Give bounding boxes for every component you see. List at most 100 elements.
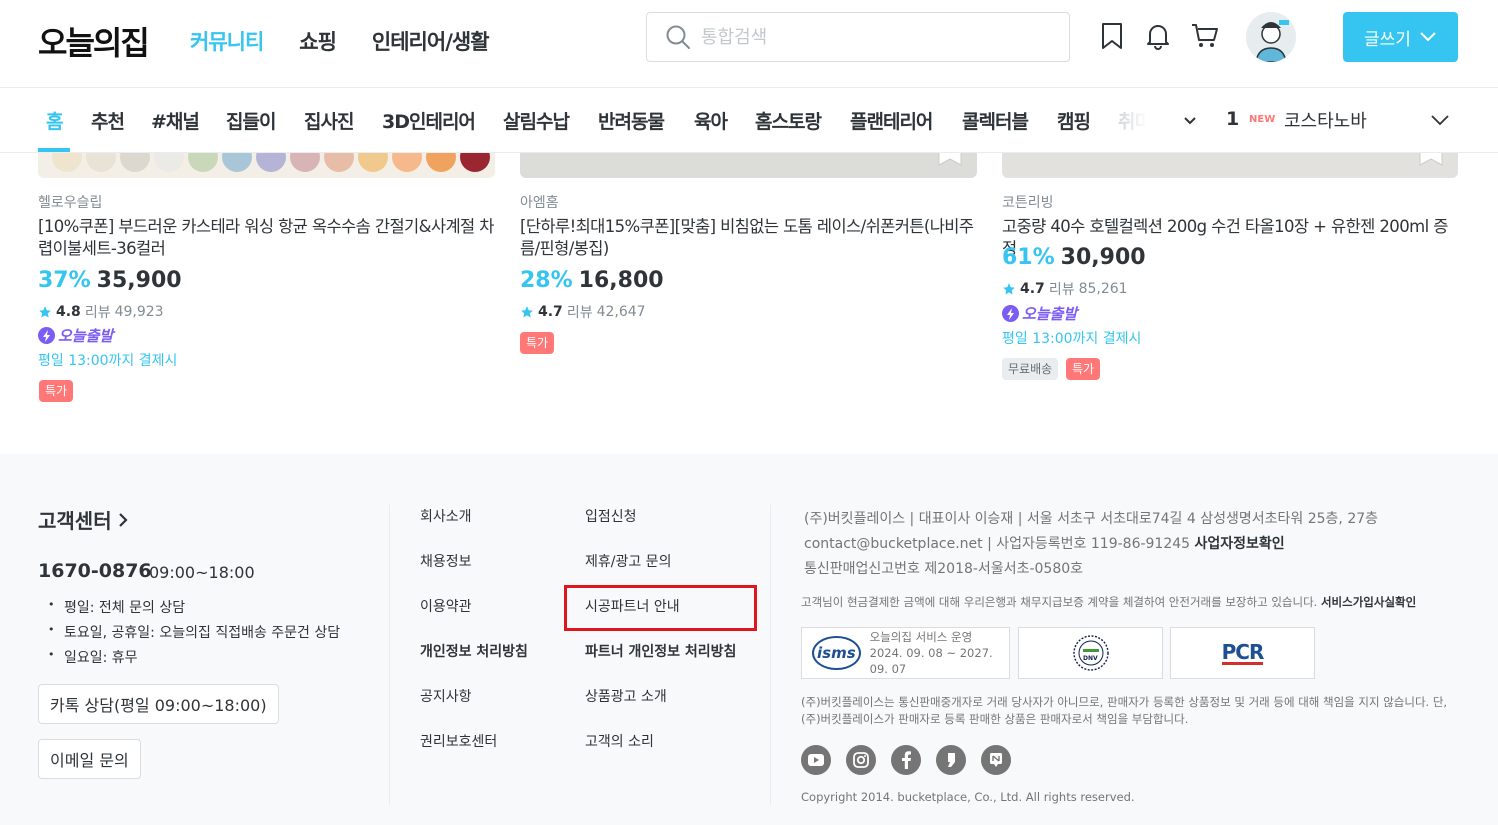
product-brand[interactable]: 코튼리빙 — [1002, 192, 1054, 212]
footer-link-notice[interactable]: 공지사항 — [420, 686, 472, 706]
write-button-label: 글쓰기 — [1364, 29, 1411, 50]
review-count: 42,647 — [596, 304, 646, 320]
dnv-badge-icon — [1072, 635, 1109, 671]
facebook-icon[interactable] — [891, 745, 921, 775]
instagram-icon[interactable] — [846, 745, 876, 775]
review-label: 리뷰 — [566, 305, 593, 321]
product-name[interactable]: [단하루!최대15%쿠폰][맞춤] 비침없는 도톰 레이스/쉬폰커튼(나비주름/… — [520, 216, 976, 260]
isms-logo: isms — [812, 636, 861, 670]
discount-rate: 37% — [38, 268, 91, 293]
tab-home-restaurant[interactable]: 홈스토랑 — [755, 107, 822, 134]
footer-link-product-ads[interactable]: 상품광고 소개 — [585, 686, 667, 706]
star-icon — [1003, 283, 1015, 295]
tab-pets[interactable]: 반려동물 — [598, 107, 665, 134]
popular-keyword[interactable]: 코스타노바 — [1284, 107, 1367, 133]
footer-link-voice[interactable]: 고객의 소리 — [585, 731, 654, 751]
nav-community[interactable]: 커뮤니티 — [190, 26, 264, 56]
tab-camping[interactable]: 캠핑 — [1057, 107, 1091, 134]
mail-order-number: 통신판매업신고번호 제2018-서울서초-0580호 — [804, 561, 1084, 577]
footer-link-seller-apply[interactable]: 입점신청 — [585, 506, 637, 526]
search-input[interactable] — [701, 21, 1051, 53]
product-brand[interactable]: 아엠홈 — [520, 192, 559, 212]
tab-parenting[interactable]: 육아 — [694, 107, 728, 134]
footer-link-privacy[interactable]: 개인정보 처리방침 — [420, 641, 528, 661]
today-delivery-badge: 오늘출발 — [1002, 303, 1077, 324]
cs-note: 일요일: 휴무 — [48, 647, 340, 672]
star-icon — [521, 306, 533, 318]
tab-channel[interactable]: #채널 — [151, 107, 200, 134]
chevron-down-icon — [1184, 117, 1196, 125]
company-info: (주)버킷플레이스 | 대표이사 이승재 | 서울 서초구 서초대로74길 4 … — [804, 511, 1379, 527]
tab-planterior[interactable]: 플랜테리어 — [850, 107, 933, 134]
customer-center-link[interactable]: 고객센터 — [38, 505, 128, 534]
isms-certification[interactable]: isms 오늘의집 서비스 운영 2024. 09. 08 ~ 2027. 09… — [801, 627, 1010, 679]
tab-house-photos[interactable]: 집사진 — [304, 107, 354, 134]
tab-housewarming[interactable]: 집들이 — [226, 107, 276, 134]
dnv-certification[interactable]: DNV — [1018, 627, 1163, 679]
bolt-icon — [38, 327, 55, 344]
avatar[interactable] — [1246, 12, 1296, 62]
logo[interactable]: 오늘의집 — [38, 18, 150, 64]
customer-center-phone: 1670-0876 — [38, 560, 152, 582]
business-number: | 사업자등록번호 119-86-91245 — [987, 536, 1191, 552]
price: 30,900 — [1060, 245, 1146, 270]
kakao-chat-button[interactable]: 카톡 상담(평일 09:00~18:00) — [38, 684, 279, 724]
footer-link-partner-privacy[interactable]: 파트너 개인정보 처리방침 — [585, 641, 736, 661]
tab-storage[interactable]: 살림수납 — [503, 107, 570, 134]
tab-3d-interior[interactable]: 3D인테리어 — [382, 107, 476, 134]
tab-home[interactable]: 홈 — [46, 107, 64, 134]
business-info-link[interactable]: 사업자정보확인 — [1195, 536, 1285, 552]
review-count: 85,261 — [1078, 281, 1128, 297]
chevron-down-icon — [1431, 115, 1449, 126]
naver-post-icon[interactable] — [981, 745, 1011, 775]
footer-link-about[interactable]: 회사소개 — [420, 506, 472, 526]
email-inquiry-button[interactable]: 이메일 문의 — [38, 739, 141, 779]
cart-icon[interactable] — [1189, 20, 1221, 52]
bell-icon[interactable] — [1142, 20, 1174, 52]
new-badge: NEW — [1249, 114, 1276, 125]
tab-collectible[interactable]: 콜렉터블 — [962, 107, 1029, 134]
top-header: 오늘의집 커뮤니티 쇼핑 인테리어/생활 글쓰기 — [0, 0, 1498, 88]
chevron-right-icon — [118, 512, 128, 527]
discount-rate: 28% — [520, 268, 573, 293]
rating-score: 4.7 — [1020, 281, 1045, 297]
search-box[interactable] — [646, 12, 1070, 62]
customer-center-title: 고객센터 — [38, 509, 112, 533]
footer-link-rights[interactable]: 권리보호센터 — [420, 731, 497, 751]
escrow-confirm-link[interactable]: 서비스가입사실확인 — [1321, 595, 1416, 609]
pcr-logo: PCR — [1221, 639, 1264, 665]
pcr-certification[interactable]: PCR — [1170, 627, 1315, 679]
write-button[interactable]: 글쓰기 — [1343, 12, 1458, 62]
bolt-icon — [1002, 305, 1019, 322]
main-nav: 커뮤니티 쇼핑 인테리어/생활 — [190, 26, 490, 56]
product-price: 28% 16,800 — [520, 268, 664, 293]
footer-link-partnership[interactable]: 제휴/광고 문의 — [585, 551, 671, 571]
product-name[interactable]: [10%쿠폰] 부드러운 카스테라 워싱 항균 옥수수솜 간절기&사계절 차렵이… — [38, 216, 494, 260]
search-icon — [666, 25, 690, 49]
product-brand[interactable]: 헬로우슬립 — [38, 192, 102, 212]
customer-center-notes: 평일: 전체 문의 상담 토요일, 공휴일: 오늘의집 직접배송 주문건 상담 … — [48, 597, 340, 672]
rating-score: 4.8 — [56, 304, 81, 320]
category-more-button[interactable] — [1178, 108, 1202, 136]
nav-interior-life[interactable]: 인테리어/생활 — [372, 26, 490, 56]
escrow-note: 고객님이 현금결제한 금액에 대해 우리은행과 채무지급보증 계약을 체결하여 … — [801, 595, 1417, 609]
discount-rate: 61% — [1002, 245, 1055, 270]
company-contact: contact@bucketplace.net | 사업자등록번호 119-86… — [804, 533, 1285, 553]
product-rating: 4.8 리뷰 49,923 — [38, 302, 164, 322]
disclaimer: (주)버킷플레이스는 통신판매중개자로 거래 당사자가 아니므로, 판매자가 등… — [801, 695, 1448, 726]
today-delivery-label: 오늘출발 — [1022, 305, 1078, 323]
footer-link-careers[interactable]: 채용정보 — [420, 551, 472, 571]
popular-keyword-toggle[interactable] — [1428, 108, 1452, 136]
today-delivery-badge: 오늘출발 — [38, 325, 113, 346]
review-label: 리뷰 — [84, 305, 111, 321]
active-tab-indicator — [38, 148, 70, 152]
kakao-story-icon[interactable] — [936, 745, 966, 775]
bookmark-icon[interactable] — [1096, 20, 1128, 52]
footer-link-terms[interactable]: 이용약관 — [420, 596, 472, 616]
youtube-icon[interactable] — [801, 745, 831, 775]
product-rating: 4.7 리뷰 42,647 — [520, 302, 646, 322]
sale-badge: 특가 — [39, 380, 74, 402]
tab-recommend[interactable]: 추천 — [91, 107, 125, 134]
category-tabs: 홈 추천 #채널 집들이 집사진 3D인테리어 살림수납 반려동물 육아 홈스토… — [0, 88, 1148, 152]
nav-shopping[interactable]: 쇼핑 — [299, 26, 337, 56]
